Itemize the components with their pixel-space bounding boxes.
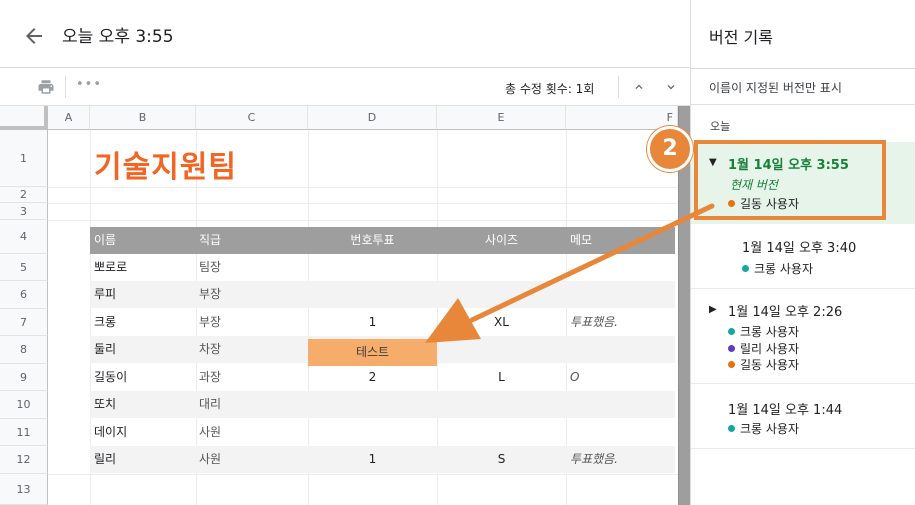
row-header-9[interactable]: 9: [0, 364, 48, 391]
version-history-panel: 버전 기록 이름이 지정된 버전만 표시 오늘 ▼ 1월 14일 오후 3:55…: [690, 0, 915, 505]
version-user: 릴리 사용자: [728, 340, 799, 357]
divider: [691, 448, 915, 449]
cell-name[interactable]: 길동이: [94, 364, 127, 391]
cell-position[interactable]: 대리: [199, 391, 221, 418]
cell-name[interactable]: 뽀로로: [94, 254, 127, 281]
cell-position[interactable]: 부장: [199, 309, 221, 336]
column-header-c[interactable]: C: [196, 106, 308, 130]
cell-name[interactable]: 루피: [94, 281, 116, 308]
gridline: [48, 474, 678, 475]
cell-name[interactable]: 데이지: [94, 419, 127, 446]
row-header-11[interactable]: 11: [0, 419, 48, 446]
row-header-12[interactable]: 12: [0, 446, 48, 474]
version-item[interactable]: 1월 14일 오후 1:44 크롱 사용자: [691, 384, 915, 448]
row-header-7[interactable]: 7: [0, 309, 48, 336]
version-date: 1월 14일 오후 1:44: [728, 403, 843, 418]
divider: [691, 68, 915, 69]
cell-vote[interactable]: 2: [308, 364, 437, 391]
cell-size[interactable]: XL: [437, 309, 566, 336]
column-header-b[interactable]: B: [90, 106, 196, 130]
version-history-window: 오늘 오후 3:55 ••• 총 수정 횟수: 1회 A B C D E F 1…: [0, 0, 915, 505]
row-header-4[interactable]: 4: [0, 220, 48, 254]
version-user: 크롱 사용자: [742, 260, 813, 277]
cell-position[interactable]: 사원: [199, 446, 221, 473]
step-badge: 2: [647, 126, 693, 172]
column-header-d[interactable]: D: [308, 106, 437, 130]
row-header-10[interactable]: 10: [0, 391, 48, 419]
user-color-dot: [728, 425, 735, 432]
version-user: 크롱 사용자: [728, 420, 799, 437]
cell-position[interactable]: 사원: [199, 419, 221, 446]
row-header-2[interactable]: 2: [0, 187, 48, 203]
cell-position[interactable]: 과장: [199, 364, 221, 391]
cell-position[interactable]: 부장: [199, 281, 221, 308]
print-icon[interactable]: [37, 78, 55, 96]
gridline: [48, 220, 678, 221]
version-item[interactable]: ▶ 1월 14일 오후 2:26 크롱 사용자 릴리 사용자 길동 사용자: [691, 289, 915, 383]
cell-name[interactable]: 릴리: [94, 446, 116, 473]
back-arrow-icon[interactable]: [22, 24, 46, 48]
cell-memo[interactable]: 투표했음.: [570, 309, 618, 336]
user-color-dot: [742, 265, 749, 272]
header-vote: 번호투표: [350, 233, 395, 247]
sheet-title: 기술지원팀: [94, 150, 237, 185]
group-label-today: 오늘: [710, 120, 731, 133]
header-bar: 오늘 오후 3:55: [0, 0, 690, 68]
user-color-dot: [728, 361, 735, 368]
gridline: [48, 187, 678, 188]
toolbar: ••• 총 수정 횟수: 1회: [0, 68, 690, 106]
row-header-8[interactable]: 8: [0, 336, 48, 364]
header-position: 직급: [199, 233, 222, 247]
column-header-e[interactable]: E: [437, 106, 566, 130]
version-title: 오늘 오후 3:55: [62, 27, 174, 47]
gridline: [48, 203, 678, 204]
row-header-5[interactable]: 5: [0, 254, 48, 281]
cell-vote[interactable]: 테스트: [308, 339, 437, 366]
header-memo: 메모: [570, 233, 593, 247]
user-color-dot: [728, 345, 735, 352]
row-header-13[interactable]: 13: [0, 474, 48, 505]
cell-name[interactable]: 또치: [94, 391, 116, 418]
header-name: 이름: [94, 233, 117, 247]
row-header-3[interactable]: 3: [0, 203, 48, 220]
cell-position[interactable]: 팀장: [199, 254, 221, 281]
version-item[interactable]: 1월 14일 오후 3:40 크롱 사용자: [691, 224, 915, 288]
cell-memo[interactable]: 투표했음.: [570, 446, 618, 473]
select-all-corner[interactable]: [0, 106, 48, 130]
row-header-1[interactable]: 1: [0, 130, 48, 187]
table-header-row: 이름 직급 번호투표 사이즈 메모: [90, 227, 675, 254]
spreadsheet-grid[interactable]: A B C D E F 1 2 3 4 5 6 7 8 9 10 11 12 1…: [0, 106, 678, 505]
row-stripe: [90, 281, 675, 308]
cell-name[interactable]: 둘리: [94, 336, 116, 363]
version-user: 크롱 사용자: [728, 323, 799, 340]
version-date: 1월 14일 오후 3:40: [742, 241, 857, 256]
column-header-a[interactable]: A: [48, 106, 90, 130]
version-user: 길동 사용자: [728, 356, 799, 373]
cell-vote[interactable]: 1: [308, 309, 437, 336]
toolbar-divider: [618, 76, 619, 98]
row-header-6[interactable]: 6: [0, 281, 48, 309]
next-edit-icon[interactable]: [664, 80, 678, 94]
toolbar-divider: [65, 76, 66, 98]
version-date: 1월 14일 오후 2:26: [728, 305, 843, 320]
cell-size[interactable]: S: [437, 446, 566, 473]
cell-size[interactable]: L: [437, 364, 566, 391]
callout-highlight-box: [694, 140, 886, 220]
header-size: 사이즈: [484, 233, 519, 247]
edit-count: 총 수정 횟수: 1회: [505, 82, 595, 96]
more-options-icon[interactable]: •••: [76, 77, 102, 92]
divider: [691, 104, 915, 105]
cell-position[interactable]: 차장: [199, 336, 221, 363]
previous-edit-icon[interactable]: [632, 80, 646, 94]
user-color-dot: [728, 328, 735, 335]
cell-name[interactable]: 크롱: [94, 309, 116, 336]
caret-right-icon[interactable]: ▶: [709, 304, 717, 315]
row-stripe: [90, 391, 675, 418]
panel-title: 버전 기록: [709, 28, 773, 47]
cell-vote[interactable]: 1: [308, 446, 437, 473]
cell-memo[interactable]: O: [570, 364, 579, 391]
named-versions-only-toggle[interactable]: 이름이 지정된 버전만 표시: [709, 79, 842, 96]
